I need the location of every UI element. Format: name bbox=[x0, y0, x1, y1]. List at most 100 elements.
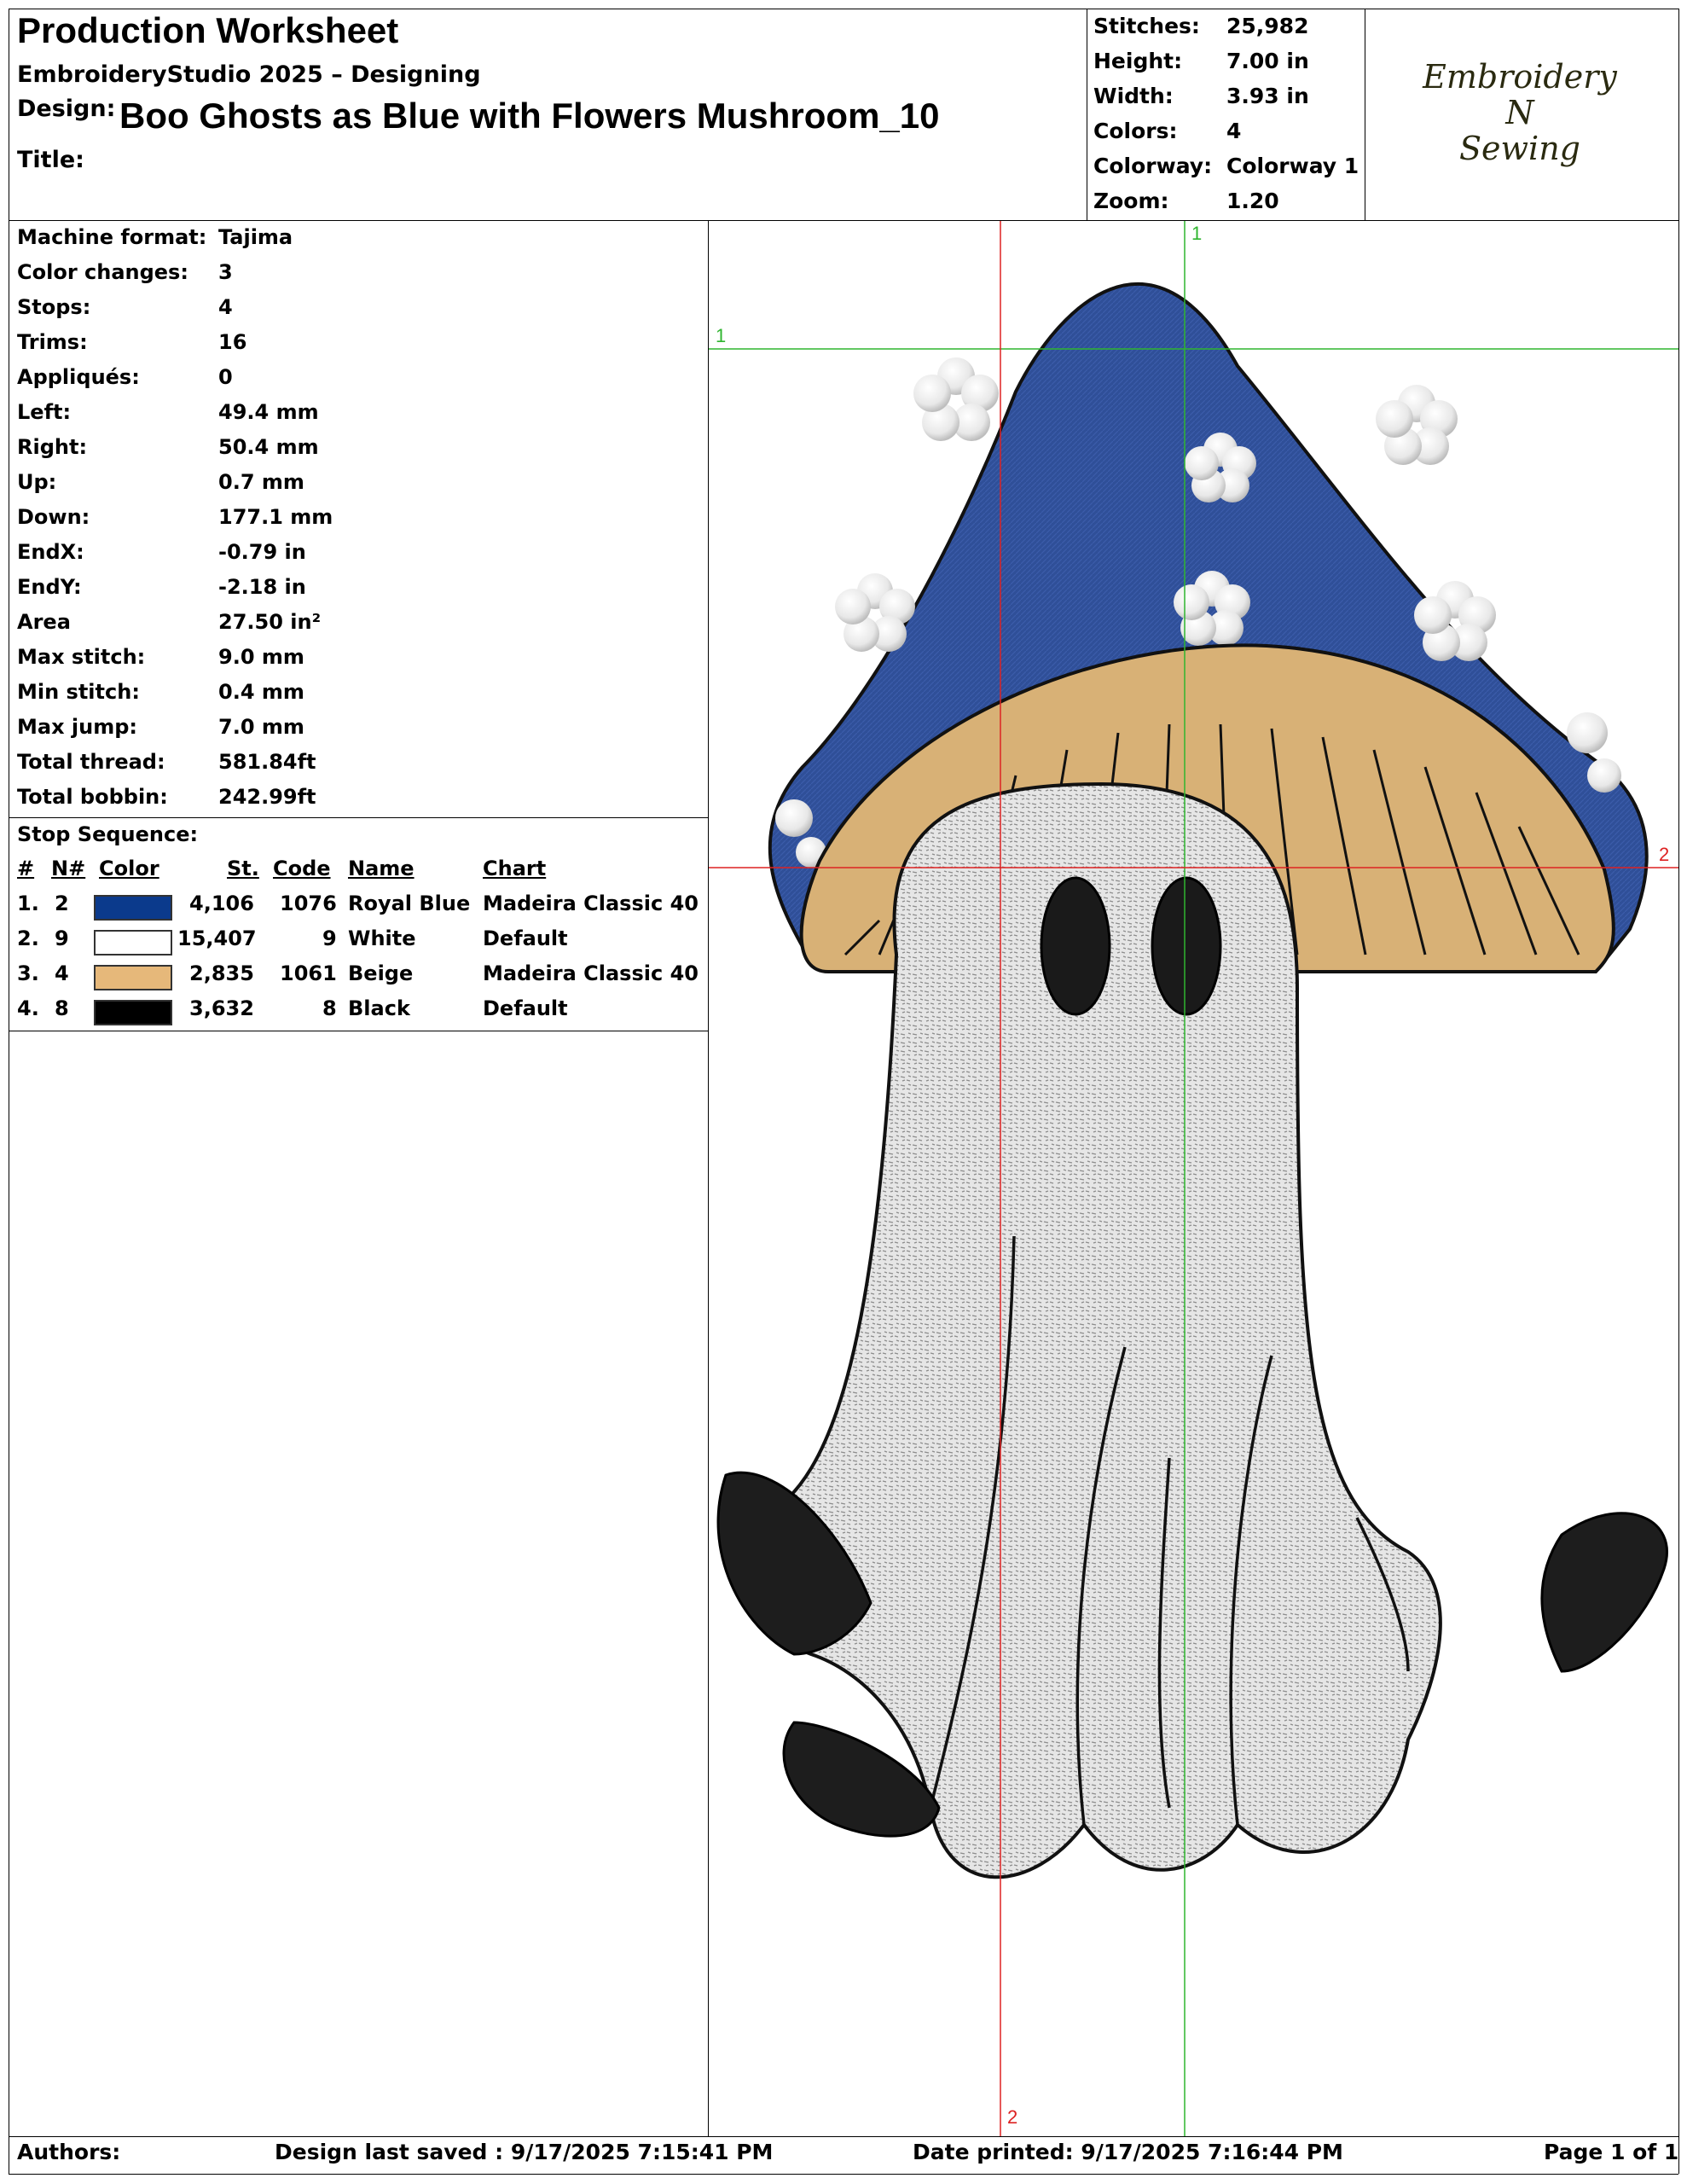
col-header-needle: N# bbox=[51, 857, 86, 880]
spec-row: Machine format: Tajima bbox=[17, 225, 699, 260]
ghost-mushroom-artwork bbox=[709, 221, 1678, 2136]
spec-row: Appliqués: 0 bbox=[17, 365, 699, 400]
colors-value: 4 bbox=[1226, 119, 1242, 143]
colorway-label: Colorway: bbox=[1093, 154, 1213, 178]
spec-value: 9.0 mm bbox=[218, 645, 304, 669]
spec-value: 242.99ft bbox=[218, 785, 316, 809]
table-row: 4. 8 3,632 8 Black Default bbox=[0, 996, 708, 1031]
spec-label: Total bobbin: bbox=[17, 785, 168, 809]
spec-label: Max stitch: bbox=[17, 645, 146, 669]
row-chart: Default bbox=[483, 996, 568, 1020]
logo-line-2: N bbox=[1505, 94, 1534, 131]
height-value: 7.00 in bbox=[1226, 49, 1309, 73]
spec-label: Down: bbox=[17, 505, 90, 529]
spec-value: 177.1 mm bbox=[218, 505, 333, 529]
footer-date-printed: Date printed: 9/17/2025 7:16:44 PM bbox=[913, 2140, 1343, 2164]
row-num: 1. bbox=[17, 892, 39, 915]
row-stitches: 2,835 bbox=[189, 961, 254, 985]
row-stitches: 4,106 bbox=[189, 892, 254, 915]
spec-label: Trims: bbox=[17, 330, 88, 354]
spec-label: Appliqués: bbox=[17, 365, 140, 389]
col-header-color: Color bbox=[99, 857, 159, 880]
brand-logo: Embroidery N Sewing bbox=[1375, 19, 1665, 206]
spec-label: Area bbox=[17, 610, 71, 634]
table-row: 1. 2 4,106 1076 Royal Blue Madeira Class… bbox=[0, 892, 708, 926]
guide-label-v1: 1 bbox=[1191, 223, 1203, 244]
row-code: 1061 bbox=[280, 961, 337, 985]
spec-label: Total thread: bbox=[17, 750, 165, 774]
spec-row: Max stitch: 9.0 mm bbox=[17, 645, 699, 680]
logo-line-1: Embroidery bbox=[1423, 58, 1617, 96]
row-color-name: Beige bbox=[348, 961, 414, 985]
spec-row: EndX: -0.79 in bbox=[17, 540, 699, 575]
row-stitches: 3,632 bbox=[189, 996, 254, 1020]
spec-value: 27.50 in² bbox=[218, 610, 322, 634]
spec-label: Up: bbox=[17, 470, 57, 494]
spec-value: 0 bbox=[218, 365, 233, 389]
col-header-num: # bbox=[17, 857, 35, 880]
row-code: 8 bbox=[322, 996, 337, 1020]
spec-row: Total bobbin: 242.99ft bbox=[17, 785, 699, 820]
logo-line-3: Sewing bbox=[1459, 130, 1580, 167]
spec-value: -0.79 in bbox=[218, 540, 306, 564]
color-swatch bbox=[94, 930, 172, 956]
color-swatch bbox=[94, 1000, 172, 1025]
zoom-label: Zoom: bbox=[1093, 189, 1169, 213]
spec-row: Up: 0.7 mm bbox=[17, 470, 699, 505]
title-label: Title: bbox=[17, 147, 84, 173]
spec-row: Color changes: 3 bbox=[17, 260, 699, 295]
spec-value: -2.18 in bbox=[218, 575, 306, 599]
spec-label: Max jump: bbox=[17, 715, 138, 739]
spec-value: 3 bbox=[218, 260, 233, 284]
row-chart: Madeira Classic 40 bbox=[483, 892, 699, 915]
spec-row: Min stitch: 0.4 mm bbox=[17, 680, 699, 715]
row-color-name: White bbox=[348, 926, 416, 950]
table-row: 2. 9 15,407 9 White Default bbox=[0, 926, 708, 961]
spec-label: Min stitch: bbox=[17, 680, 140, 704]
spec-label: EndY: bbox=[17, 575, 82, 599]
spec-row: Left: 49.4 mm bbox=[17, 400, 699, 435]
page-title: Production Worksheet bbox=[17, 10, 399, 50]
spec-value: 7.0 mm bbox=[218, 715, 304, 739]
zoom-value: 1.20 bbox=[1226, 189, 1279, 213]
software-name: EmbroideryStudio 2025 – Designing bbox=[17, 61, 481, 88]
row-chart: Madeira Classic 40 bbox=[483, 961, 699, 985]
spec-value: Tajima bbox=[218, 225, 293, 249]
col-header-code: Code bbox=[273, 857, 331, 880]
footer-divider bbox=[9, 2136, 1678, 2137]
design-name: Boo Ghosts as Blue with Flowers Mushroom… bbox=[119, 96, 940, 136]
col-header-chart: Chart bbox=[483, 857, 547, 880]
spec-row: Total thread: 581.84ft bbox=[17, 750, 699, 785]
spec-row: Right: 50.4 mm bbox=[17, 435, 699, 470]
row-num: 2. bbox=[17, 926, 39, 950]
table-row: 3. 4 2,835 1061 Beige Madeira Classic 40 bbox=[0, 961, 708, 996]
colors-label: Colors: bbox=[1093, 119, 1178, 143]
spec-value: 50.4 mm bbox=[218, 435, 319, 459]
stop-sequence-title: Stop Sequence: bbox=[17, 822, 199, 846]
spec-label: Machine format: bbox=[17, 225, 207, 249]
spec-label: Right: bbox=[17, 435, 88, 459]
width-value: 3.93 in bbox=[1226, 84, 1309, 108]
right-hand bbox=[1540, 1512, 1668, 1673]
row-num: 4. bbox=[17, 996, 39, 1020]
frame-right bbox=[1678, 9, 1679, 2174]
col-header-name: Name bbox=[348, 857, 415, 880]
row-needle: 4 bbox=[55, 961, 69, 985]
guide-label-h1: 1 bbox=[716, 325, 727, 346]
spec-label: Stops: bbox=[17, 295, 91, 319]
spec-row: EndY: -2.18 in bbox=[17, 575, 699, 610]
spec-value: 581.84ft bbox=[218, 750, 316, 774]
row-needle: 2 bbox=[55, 892, 69, 915]
row-chart: Default bbox=[483, 926, 568, 950]
stitches-value: 25,982 bbox=[1226, 14, 1309, 38]
row-color-name: Black bbox=[348, 996, 410, 1020]
row-needle: 8 bbox=[55, 996, 69, 1020]
footer-authors: Authors: bbox=[17, 2140, 121, 2164]
colorway-value: Colorway 1 bbox=[1226, 154, 1359, 178]
footer-last-saved: Design last saved : 9/17/2025 7:15:41 PM bbox=[275, 2140, 774, 2164]
spec-label: EndX: bbox=[17, 540, 84, 564]
width-label: Width: bbox=[1093, 84, 1174, 108]
spec-value: 0.7 mm bbox=[218, 470, 304, 494]
row-num: 3. bbox=[17, 961, 39, 985]
row-code: 1076 bbox=[280, 892, 337, 915]
